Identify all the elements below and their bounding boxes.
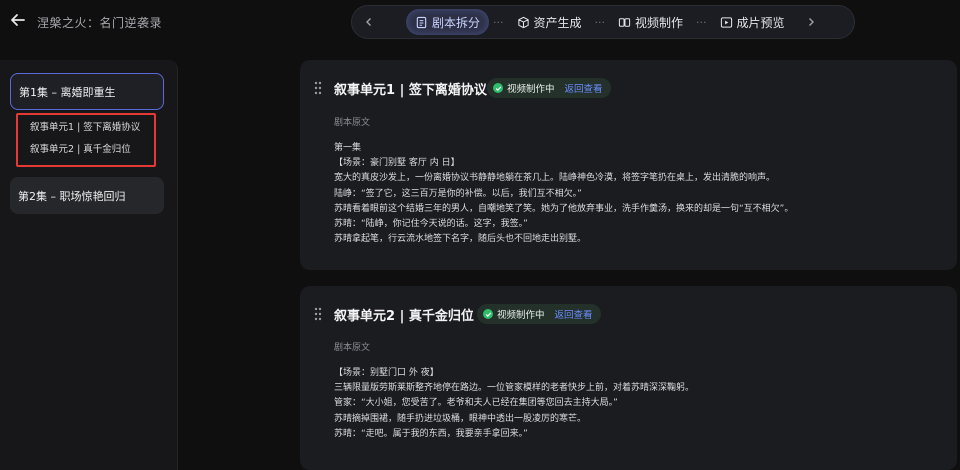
script-line: 宽大的真皮沙发上，一份离婚协议书静静地躺在茶几上。陆峥神色冷漠，将签字笔扔在桌上… — [334, 173, 776, 184]
status-badge: 视频制作中 返回查看 — [477, 304, 601, 324]
script-line: 【场景：别墅门口 外 夜】 — [334, 368, 439, 378]
tab-label: 剧本拆分 — [432, 15, 481, 30]
script-line: 第一集 — [334, 143, 362, 153]
nav-next-icon[interactable] — [800, 11, 822, 33]
episode-item-2[interactable]: 第2集 – 职场惊艳回归 — [10, 177, 164, 214]
back-arrow-icon[interactable] — [8, 10, 28, 30]
film-icon — [618, 17, 631, 27]
script-line: 三辆限量版劳斯莱斯整齐地停在路边。一位管家模样的老者快步上前，对着苏晴深深鞠躬。 — [334, 383, 695, 394]
script-line: 管家：“大小姐，您受苦了。老爷和夫人已经在集团等您回去主持大局。” — [334, 398, 618, 409]
cube-icon — [517, 16, 529, 28]
tab-video-production[interactable]: 视频制作 — [609, 9, 692, 35]
tab-final-preview[interactable]: 成片预览 — [711, 9, 794, 35]
narrative-unit-card: 叙事单元2 | 真千金归位 视频制作中 返回查看 剧本原文 【场景：别墅门口 外… — [300, 286, 957, 470]
narrative-unit-card: 叙事单元1 | 签下离婚协议 视频制作中 返回查看 剧本原文 第一集 【场景：豪… — [300, 60, 957, 270]
tab-label: 成片预览 — [736, 15, 785, 30]
status-text: 视频制作中 — [497, 310, 545, 321]
return-view-link[interactable]: 返回查看 — [565, 81, 603, 95]
script-text: 第一集 【场景：豪门别墅 客厅 内 日】 宽大的真皮沙发上，一份离婚协议书静静地… — [334, 141, 793, 247]
workflow-nav: 剧本拆分 ··· 资产生成 ··· 视频制作 ··· 成片预览 — [351, 5, 855, 39]
nav-prev-icon[interactable] — [358, 11, 380, 33]
document-icon — [416, 16, 427, 28]
script-line: 苏晴：“陆峥，你记住今天说的话。这字，我签。” — [334, 219, 528, 230]
script-line: 苏晴看着眼前这个结婚三年的男人，自嘲地笑了笑。她为了他放弃事业，洗手作羹汤，换来… — [334, 203, 794, 214]
tab-label: 视频制作 — [635, 15, 684, 30]
tab-asset-generation[interactable]: 资产生成 — [508, 9, 591, 35]
script-line: 苏晴：“走吧。属于我的东西，我要亲手拿回来。” — [334, 428, 528, 439]
app-title: 涅槃之火：名门逆袭录 — [37, 16, 163, 30]
unit-item-2[interactable]: 叙事单元2 | 真千金归位 — [30, 143, 154, 165]
unit-item-1[interactable]: 叙事单元1 | 签下离婚协议 — [30, 121, 154, 143]
tab-script-split[interactable]: 剧本拆分 — [406, 9, 490, 35]
return-view-link[interactable]: 返回查看 — [555, 307, 593, 321]
play-icon — [720, 16, 732, 28]
tab-label: 资产生成 — [533, 15, 582, 30]
script-text: 【场景：别墅门口 外 夜】 三辆限量版劳斯莱斯整齐地停在路边。一位管家模样的老者… — [334, 366, 694, 442]
nav-separator: ··· — [493, 15, 504, 29]
script-line: 【场景：豪门别墅 客厅 内 日】 — [334, 158, 460, 169]
check-icon — [493, 83, 503, 93]
script-line: 苏晴拿起笔，行云流水地签下名字，随后头也不回地走出别墅。 — [334, 234, 587, 245]
episode-sidebar: 第1集 – 离婚即重生 叙事单元1 | 签下离婚协议 叙事单元2 | 真千金归位… — [0, 60, 178, 470]
section-label: 剧本原文 — [334, 118, 371, 128]
script-line: 苏晴摘掉围裙，随手扔进垃圾桶，眼神中透出一股凌厉的寒芒。 — [334, 413, 587, 424]
section-label: 剧本原文 — [334, 343, 371, 353]
drag-handle-icon[interactable] — [314, 307, 322, 321]
check-icon — [483, 309, 493, 319]
script-line: 陆峥：“签了它，这三百万是你的补偿。以后，我们互不相欠。” — [334, 188, 582, 199]
nav-separator: ··· — [696, 15, 707, 29]
drag-handle-icon[interactable] — [314, 81, 322, 95]
nav-separator: ··· — [594, 15, 606, 29]
status-text: 视频制作中 — [507, 84, 555, 95]
status-badge: 视频制作中 返回查看 — [487, 78, 611, 98]
episode-item-1[interactable]: 第1集 – 离婚即重生 — [10, 73, 164, 110]
unit-title: 叙事单元2 | 真千金归位 — [334, 309, 474, 324]
episode-units-highlight: 叙事单元1 | 签下离婚协议 叙事单元2 | 真千金归位 — [16, 113, 156, 167]
unit-title: 叙事单元1 | 签下离婚协议 — [334, 83, 487, 98]
